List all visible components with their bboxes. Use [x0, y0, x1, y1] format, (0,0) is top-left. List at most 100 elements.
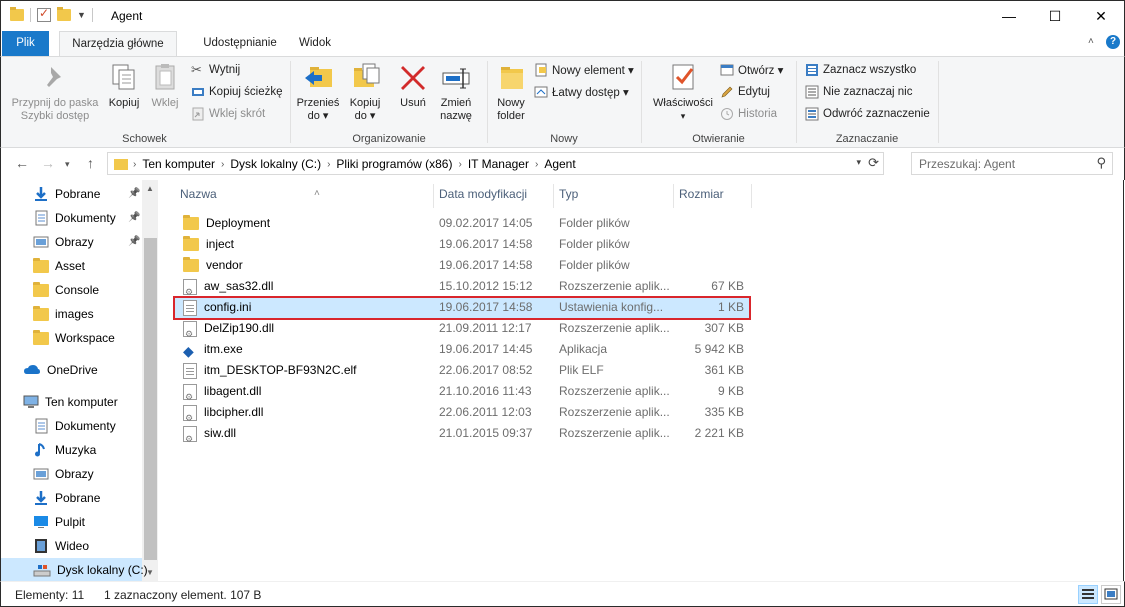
documents-icon — [33, 210, 49, 226]
folder-icon — [33, 257, 49, 273]
search-input[interactable]: Przeszukaj: Agent ⚲ — [911, 152, 1113, 175]
copy-button[interactable]: Kopiuj — [105, 61, 143, 110]
rename-button[interactable]: Zmień nazwę — [435, 61, 477, 123]
breadcrumb-item[interactable]: Dysk lokalny (C:) — [225, 157, 326, 171]
select-none-button[interactable]: Nie zaznaczaj nic — [805, 82, 912, 102]
folder-icon — [33, 329, 49, 345]
details-view-button[interactable] — [1078, 585, 1098, 604]
sidebar-item[interactable]: Obrazy — [33, 462, 142, 486]
tab-file[interactable]: Plik — [2, 31, 49, 56]
scrollbar-thumb[interactable] — [144, 238, 157, 560]
sidebar-item-label: Dysk lokalny (C:) — [57, 563, 148, 577]
easy-access-button[interactable]: Łatwy dostęp ▾ — [534, 82, 629, 102]
file-row[interactable]: vendor 19.06.2017 14:58 Folder plików — [174, 255, 751, 276]
nav-scrollbar[interactable]: ▲ ▼ — [142, 180, 159, 581]
file-name: itm_DESKTOP-BF93N2C.elf — [204, 363, 357, 377]
help-icon[interactable]: ? — [1106, 35, 1120, 49]
sidebar-item[interactable]: OneDrive — [23, 358, 142, 382]
select-all-button[interactable]: Zaznacz wszystko — [805, 60, 916, 80]
file-row[interactable]: siw.dll 21.01.2015 09:37 Rozszerzenie apli… — [174, 423, 751, 450]
collapse-ribbon-icon[interactable]: ˄ — [1088, 36, 1094, 47]
sidebar-item[interactable]: Wideo — [33, 534, 142, 558]
refresh-icon[interactable]: ⟳ — [868, 155, 879, 171]
file-row[interactable]: libagent.dll 21.10.2016 11:43 Rozszerzenie… — [174, 381, 751, 408]
properties-icon[interactable] — [37, 6, 51, 22]
file-size: 67 KB — [711, 279, 744, 293]
tab-home[interactable]: Narzędzia główne — [59, 31, 177, 57]
copy-path-button[interactable]: Kopiuj ścieżkę — [191, 82, 283, 102]
file-row[interactable]: itm.exe 19.06.2017 14:45 Aplikacja 5 942 KB — [174, 339, 751, 362]
file-list: Nazwa ˄ Data modyfikacji Typ Rozmiar Dep… — [158, 180, 1124, 581]
folder-icon[interactable] — [10, 7, 24, 21]
file-type: Rozszerzenie aplik... — [559, 405, 670, 419]
sidebar-item[interactable]: Console — [33, 278, 142, 302]
sidebar-item[interactable]: Dokumenty — [33, 414, 142, 438]
copy-to-label-1: Kopiuj — [349, 97, 381, 109]
chevron-down-icon[interactable]: ▾ — [648, 110, 718, 123]
paste-button[interactable]: Wklej — [145, 61, 185, 110]
move-to-icon — [302, 61, 334, 93]
customize-toolbar-icon[interactable]: ▼ — [77, 10, 86, 20]
breadcrumb-item[interactable]: Agent — [539, 157, 580, 171]
close-button[interactable]: ✕ — [1078, 1, 1124, 31]
copy-path-icon — [191, 85, 205, 99]
delete-button[interactable]: Usuń — [393, 61, 433, 110]
cut-button[interactable]: ✂ Wytnij — [191, 60, 240, 80]
cloud-icon — [23, 362, 41, 378]
paste-shortcut-button[interactable]: Wklej skrót — [191, 104, 265, 124]
up-icon[interactable]: ↑ — [87, 155, 94, 171]
address-dropdown-icon[interactable]: ▾ — [856, 157, 861, 168]
recent-locations-icon[interactable]: ▾ — [65, 159, 70, 170]
sidebar-item[interactable]: Pobrane — [33, 182, 142, 206]
sidebar-item[interactable]: Workspace — [33, 326, 142, 350]
column-header-date[interactable]: Data modyfikacji — [433, 180, 553, 210]
forward-icon[interactable]: → — [41, 155, 55, 171]
invert-selection-button[interactable]: Odwróć zaznaczenie — [805, 104, 930, 124]
divider[interactable] — [751, 184, 752, 208]
breadcrumb-item[interactable]: IT Manager — [463, 157, 534, 171]
breadcrumb-item[interactable]: Pliki programów (x86) — [331, 157, 457, 171]
history-button[interactable]: Historia — [720, 104, 777, 124]
sidebar-item[interactable]: Pulpit — [33, 510, 142, 534]
new-folder-button[interactable]: Nowy folder — [490, 61, 532, 123]
file-date: 09.02.2017 14:05 — [439, 216, 533, 230]
file-row[interactable]: aw_sas32.dll 15.10.2012 15:12 Rozszerzenie… — [174, 276, 751, 303]
sidebar-item[interactable]: Obrazy — [33, 230, 142, 254]
new-item-button[interactable]: Nowy element ▾ — [534, 60, 634, 80]
file-row[interactable]: DelZip190.dll 21.09.2011 12:17 Rozszerzeni… — [174, 318, 751, 345]
file-row[interactable]: libcipher.dll 22.06.2011 12:03 Rozszerzeni… — [174, 402, 751, 429]
sidebar-item[interactable]: Asset — [33, 254, 142, 278]
sidebar-item[interactable]: Ten komputer — [23, 390, 142, 414]
sidebar-item[interactable]: Muzyka — [33, 438, 142, 462]
tab-share[interactable]: Udostępnianie — [183, 31, 297, 56]
minimize-button[interactable]: — — [986, 1, 1032, 31]
edit-button[interactable]: Edytuj — [720, 82, 770, 102]
large-icons-view-button[interactable] — [1101, 585, 1121, 604]
back-icon[interactable]: ← — [15, 155, 29, 171]
navigation-pane: ▲ ▼ Pobrane 📌 Dokumenty 📌 Obrazy 📌 Asset Consol… — [0, 180, 159, 582]
file-row[interactable]: inject 19.06.2017 14:58 Folder plików — [174, 234, 751, 255]
column-header-name[interactable]: Nazwa ˄ — [174, 180, 433, 210]
sidebar-item[interactable]: Dokumenty — [33, 206, 142, 230]
column-header-type[interactable]: Typ — [553, 180, 673, 210]
window-title: Agent — [111, 9, 143, 23]
file-row[interactable]: itm_DESKTOP-BF93N2C.elf 22.06.2017 08:52 P… — [174, 360, 751, 381]
move-to-button[interactable]: Przenieś do ▾ — [295, 61, 341, 123]
sidebar-item[interactable]: Dysk lokalny (C:) — [1, 558, 148, 582]
sidebar-item[interactable]: Pobrane — [33, 486, 142, 510]
column-header-size[interactable]: Rozmiar — [673, 180, 751, 210]
file-row[interactable]: Deployment 09.02.2017 14:05 Folder plików — [174, 213, 751, 234]
open-button[interactable]: Otwórz ▾ — [720, 60, 783, 80]
maximize-button[interactable]: ☐ — [1032, 1, 1078, 31]
new-folder-icon[interactable] — [57, 7, 71, 21]
open-icon — [720, 63, 734, 77]
sidebar-item[interactable]: images — [33, 302, 142, 326]
copy-to-button[interactable]: Kopiuj do ▾ — [343, 61, 387, 123]
file-row[interactable]: config.ini 19.06.2017 14:58 Ustawienia kon… — [174, 297, 751, 318]
scroll-up-icon[interactable]: ▲ — [146, 184, 154, 193]
address-bar[interactable]: › Ten komputer › Dysk lokalny (C:) › Pliki pr… — [107, 152, 884, 175]
pin-quick-access-button[interactable]: Przypnij do paska Szybki dostęp — [5, 61, 105, 123]
properties-button[interactable]: Właściwości ▾ — [648, 61, 718, 123]
breadcrumb-item[interactable]: Ten komputer — [137, 157, 220, 171]
tab-view[interactable]: Widok — [289, 31, 341, 56]
